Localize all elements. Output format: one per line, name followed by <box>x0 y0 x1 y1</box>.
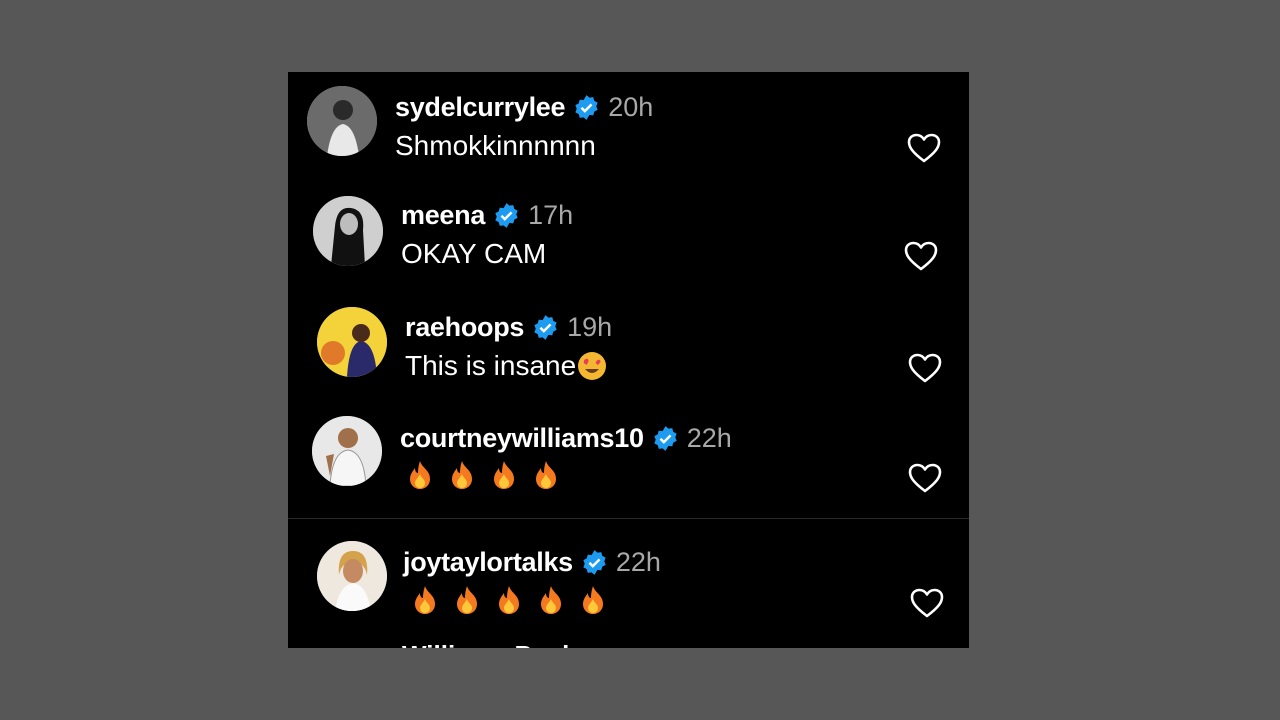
comment-item: courtneywilliams10 22h <box>289 404 969 514</box>
fire-emoji-icon <box>452 461 472 489</box>
username[interactable]: joytaylortalks <box>403 547 573 578</box>
fire-emoji-icon <box>583 586 603 614</box>
heart-outline-icon <box>908 353 942 383</box>
like-button[interactable] <box>909 587 945 619</box>
timestamp: 22h <box>615 547 661 577</box>
like-button[interactable] <box>903 240 939 272</box>
heart-outline-icon <box>908 463 942 493</box>
username[interactable]: courtneywilliams10 <box>400 423 644 454</box>
comment-text: Shmokkinnnnnn <box>395 130 596 161</box>
verified-badge-icon <box>583 550 606 575</box>
truncated-username: Williams Paul <box>402 640 569 648</box>
heart-outline-icon <box>910 588 944 618</box>
verified-badge-icon <box>495 203 518 228</box>
timestamp: 20h <box>608 92 654 122</box>
comment-header: meena 17h <box>401 200 573 231</box>
comment-text <box>411 585 607 615</box>
username[interactable]: meena <box>401 200 485 231</box>
fire-emoji-icon <box>410 461 430 489</box>
like-button[interactable] <box>907 352 943 384</box>
comment-header: joytaylortalks 22h <box>403 547 661 578</box>
comment-item: raehoops 19h This is insane <box>288 294 967 404</box>
avatar[interactable] <box>317 541 387 611</box>
comment-header: sydelcurrylee 20h <box>395 92 653 123</box>
username[interactable]: sydelcurrylee <box>395 92 566 123</box>
comment-header: courtneywilliams10 22h <box>400 423 732 454</box>
avatar[interactable] <box>313 196 383 266</box>
divider <box>288 518 969 519</box>
timestamp: 22h <box>686 423 732 453</box>
comment-header: raehoops 19h <box>405 312 612 343</box>
fire-emoji-icon <box>499 586 519 614</box>
fire-emoji-icon <box>457 586 477 614</box>
comment-item: sydelcurrylee 20h Shmokkinnnnnn <box>288 72 969 182</box>
comment-item: meena 17h OKAY CAM <box>288 182 967 292</box>
avatar[interactable] <box>317 307 387 377</box>
comment-text <box>406 460 560 490</box>
like-button[interactable] <box>906 132 942 164</box>
fire-emoji-icon <box>494 461 514 489</box>
verified-badge-icon <box>654 426 677 451</box>
timestamp: 17h <box>528 200 574 230</box>
comment-text-content: This is insane <box>405 350 577 381</box>
avatar[interactable] <box>307 86 377 156</box>
heart-eyes-emoji-icon <box>576 350 608 382</box>
avatar[interactable] <box>312 416 382 486</box>
verified-badge-icon <box>575 95 598 120</box>
fire-emoji-icon <box>541 586 561 614</box>
verified-badge-icon <box>534 315 557 340</box>
like-button[interactable] <box>907 462 943 494</box>
comment-item: joytaylortalks 22h <box>288 529 969 639</box>
comment-text: OKAY CAM <box>401 238 547 269</box>
fire-emoji-icon <box>415 586 435 614</box>
comments-panel: sydelcurrylee 20h Shmokkinnnnnn meena 17… <box>288 72 969 648</box>
timestamp: 19h <box>567 312 613 342</box>
heart-outline-icon <box>904 241 938 271</box>
comment-text: This is insane <box>405 350 608 382</box>
username[interactable]: raehoops <box>405 312 524 343</box>
fire-emoji-icon <box>536 461 556 489</box>
heart-outline-icon <box>907 133 941 163</box>
